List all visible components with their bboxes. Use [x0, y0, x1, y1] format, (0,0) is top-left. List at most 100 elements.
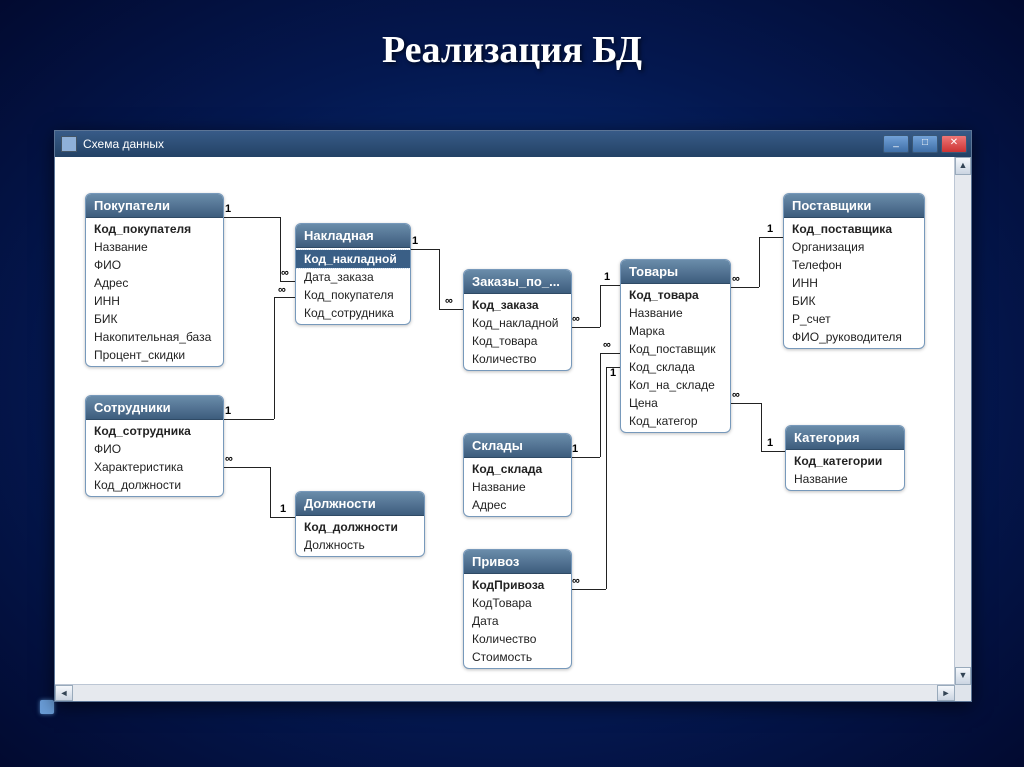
field-tovary-6[interactable]: Цена — [621, 394, 730, 412]
cardinality-many: ∞ — [445, 295, 453, 307]
field-tovary-3[interactable]: Код_поставщик — [621, 340, 730, 358]
cardinality-one: 1 — [225, 203, 231, 215]
table-title: Покупатели — [86, 194, 223, 218]
table-privoz[interactable]: Привоз КодПривозаКодТовараДатаКоличество… — [463, 549, 572, 669]
table-pokupateli[interactable]: Покупатели Код_покупателяНазваниеФИОАдре… — [85, 193, 224, 367]
field-postavshchiki-5[interactable]: Р_счет — [784, 310, 924, 328]
field-tovary-2[interactable]: Марка — [621, 322, 730, 340]
scroll-left-button[interactable]: ◄ — [55, 685, 73, 701]
cardinality-many: ∞ — [732, 389, 740, 401]
field-nakladnaya-3[interactable]: Код_сотрудника — [296, 304, 410, 322]
field-pokupateli-5[interactable]: БИК — [86, 310, 223, 328]
field-sotrudniki-0[interactable]: Код_сотрудника — [86, 422, 223, 440]
cardinality-many: ∞ — [225, 453, 233, 465]
table-title: Товары — [621, 260, 730, 284]
table-zakazy[interactable]: Заказы_по_... Код_заказаКод_накладнойКод… — [463, 269, 572, 371]
field-zakazy-2[interactable]: Код_товара — [464, 332, 571, 350]
field-tovary-1[interactable]: Название — [621, 304, 730, 322]
field-tovary-4[interactable]: Код_склада — [621, 358, 730, 376]
cardinality-one: 1 — [572, 443, 578, 455]
field-nakladnaya-1[interactable]: Дата_заказа — [296, 268, 410, 286]
field-postavshchiki-3[interactable]: ИНН — [784, 274, 924, 292]
relationships-window: Схема данных _ □ ✕ 1 ∞ 1 ∞ ∞ 1 1 ∞ — [54, 130, 972, 702]
close-button[interactable]: ✕ — [941, 135, 967, 153]
table-tovary[interactable]: Товары Код_товараНазваниеМаркаКод_постав… — [620, 259, 731, 433]
field-zakazy-3[interactable]: Количество — [464, 350, 571, 368]
vertical-scrollbar[interactable]: ▲ ▼ — [954, 157, 971, 685]
field-dolzhnosti-0[interactable]: Код_должности — [296, 518, 424, 536]
cardinality-one: 1 — [767, 437, 773, 449]
field-tovary-7[interactable]: Код_категор — [621, 412, 730, 430]
table-title: Категория — [786, 426, 904, 450]
table-title: Поставщики — [784, 194, 924, 218]
field-postavshchiki-0[interactable]: Код_поставщика — [784, 220, 924, 238]
field-privoz-1[interactable]: КодТовара — [464, 594, 571, 612]
field-privoz-2[interactable]: Дата — [464, 612, 571, 630]
field-nakladnaya-2[interactable]: Код_покупателя — [296, 286, 410, 304]
field-kategoriya-0[interactable]: Код_категории — [786, 452, 904, 470]
field-privoz-0[interactable]: КодПривоза — [464, 576, 571, 594]
slide-bullet — [40, 700, 54, 714]
cardinality-one: 1 — [610, 367, 616, 379]
window-titlebar[interactable]: Схема данных _ □ ✕ — [55, 131, 971, 158]
scrollbar-corner — [955, 685, 971, 701]
field-postavshchiki-2[interactable]: Телефон — [784, 256, 924, 274]
cardinality-one: 1 — [604, 271, 610, 283]
table-dolzhnosti[interactable]: Должности Код_должностиДолжность — [295, 491, 425, 557]
table-title: Заказы_по_... — [464, 270, 571, 294]
minimize-button[interactable]: _ — [883, 135, 909, 153]
window-title: Схема данных — [83, 137, 164, 151]
field-privoz-3[interactable]: Количество — [464, 630, 571, 648]
field-tovary-0[interactable]: Код_товара — [621, 286, 730, 304]
field-sotrudniki-1[interactable]: ФИО — [86, 440, 223, 458]
cardinality-many: ∞ — [732, 273, 740, 285]
field-postavshchiki-4[interactable]: БИК — [784, 292, 924, 310]
diagram-canvas[interactable]: 1 ∞ 1 ∞ ∞ 1 1 ∞ ∞ 1 1 ∞ ∞ — [55, 157, 955, 685]
table-title: Сотрудники — [86, 396, 223, 420]
field-nakladnaya-0[interactable]: Код_накладной — [296, 250, 410, 268]
table-sklady[interactable]: Склады Код_складаНазваниеАдрес — [463, 433, 572, 517]
cardinality-one: 1 — [412, 235, 418, 247]
field-zakazy-0[interactable]: Код_заказа — [464, 296, 571, 314]
field-sotrudniki-3[interactable]: Код_должности — [86, 476, 223, 494]
table-postavshchiki[interactable]: Поставщики Код_поставщикаОрганизацияТеле… — [783, 193, 925, 349]
field-pokupateli-3[interactable]: Адрес — [86, 274, 223, 292]
table-nakladnaya[interactable]: Накладная Код_накладнойДата_заказаКод_по… — [295, 223, 411, 325]
horizontal-scrollbar[interactable]: ◄ ► — [55, 684, 955, 701]
field-pokupateli-4[interactable]: ИНН — [86, 292, 223, 310]
scroll-down-button[interactable]: ▼ — [955, 667, 971, 685]
field-tovary-5[interactable]: Кол_на_складе — [621, 376, 730, 394]
scroll-up-button[interactable]: ▲ — [955, 157, 971, 175]
table-sotrudniki[interactable]: Сотрудники Код_сотрудникаФИОХарактеристи… — [85, 395, 224, 497]
field-zakazy-1[interactable]: Код_накладной — [464, 314, 571, 332]
field-pokupateli-7[interactable]: Процент_скидки — [86, 346, 223, 364]
field-dolzhnosti-1[interactable]: Должность — [296, 536, 424, 554]
cardinality-many: ∞ — [572, 575, 580, 587]
table-title: Должности — [296, 492, 424, 516]
table-kategoriya[interactable]: Категория Код_категорииНазвание — [785, 425, 905, 491]
field-sotrudniki-2[interactable]: Характеристика — [86, 458, 223, 476]
slide-title: Реализация БД — [0, 0, 1024, 72]
cardinality-many: ∞ — [603, 339, 611, 351]
cardinality-one: 1 — [225, 405, 231, 417]
field-kategoriya-1[interactable]: Название — [786, 470, 904, 488]
field-postavshchiki-1[interactable]: Организация — [784, 238, 924, 256]
cardinality-many: ∞ — [572, 313, 580, 325]
cardinality-one: 1 — [280, 503, 286, 515]
field-pokupateli-6[interactable]: Накопительная_база — [86, 328, 223, 346]
scroll-right-button[interactable]: ► — [937, 685, 955, 701]
table-title: Склады — [464, 434, 571, 458]
field-privoz-4[interactable]: Стоимость — [464, 648, 571, 666]
cardinality-one: 1 — [767, 223, 773, 235]
cardinality-many: ∞ — [281, 267, 289, 279]
field-sklady-1[interactable]: Название — [464, 478, 571, 496]
field-pokupateli-0[interactable]: Код_покупателя — [86, 220, 223, 238]
field-pokupateli-1[interactable]: Название — [86, 238, 223, 256]
cardinality-many: ∞ — [278, 284, 286, 296]
table-title: Привоз — [464, 550, 571, 574]
field-postavshchiki-6[interactable]: ФИО_руководителя — [784, 328, 924, 346]
field-sklady-2[interactable]: Адрес — [464, 496, 571, 514]
field-sklady-0[interactable]: Код_склада — [464, 460, 571, 478]
field-pokupateli-2[interactable]: ФИО — [86, 256, 223, 274]
maximize-button[interactable]: □ — [912, 135, 938, 153]
